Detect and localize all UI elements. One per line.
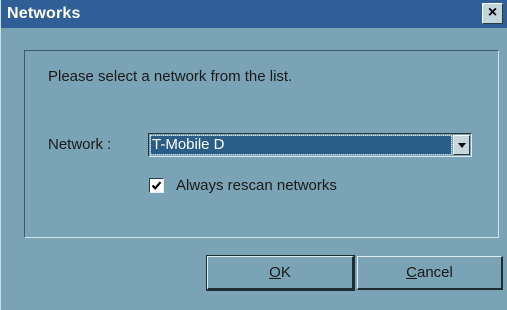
checkmark-icon [151, 181, 162, 190]
cancel-label-rest: ancel [416, 264, 453, 281]
networks-dialog: Networks × Please select a network from … [0, 0, 507, 310]
close-icon: × [487, 4, 498, 21]
ok-button[interactable]: OK [206, 255, 355, 291]
chevron-down-icon [458, 143, 466, 148]
always-rescan-label[interactable]: Always rescan networks [176, 177, 337, 194]
dropdown-button[interactable] [453, 135, 470, 155]
ok-label-rest: K [280, 264, 291, 281]
close-button[interactable]: × [482, 3, 503, 24]
ok-mnemonic: O [269, 264, 281, 281]
window-title: Networks [7, 5, 81, 22]
network-label: Network : [48, 136, 112, 153]
always-rescan-checkbox[interactable] [149, 178, 164, 193]
instruction-text: Please select a network from the list. [48, 68, 293, 85]
cancel-button[interactable]: Cancel [357, 256, 503, 290]
network-selected-value[interactable]: T-Mobile D [150, 135, 452, 155]
cancel-mnemonic: C [406, 264, 417, 281]
title-bar[interactable]: Networks × [1, 0, 507, 28]
network-select[interactable]: T-Mobile D [148, 133, 472, 157]
